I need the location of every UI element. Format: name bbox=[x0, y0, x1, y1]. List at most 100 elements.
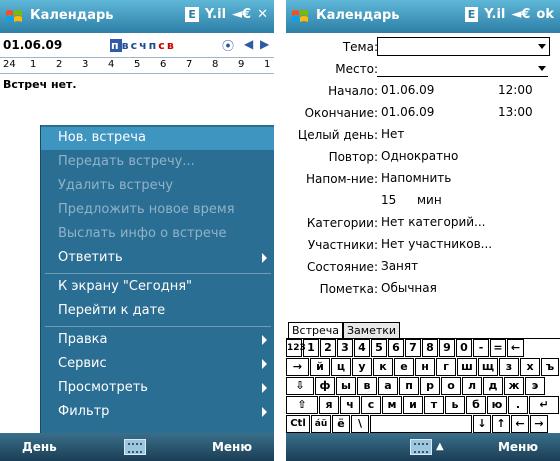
start-date[interactable]: 01.06.09 bbox=[381, 83, 434, 97]
key[interactable]: х bbox=[520, 358, 540, 376]
softkey-day[interactable]: День bbox=[22, 440, 57, 454]
prev-day-icon[interactable]: ◀ bbox=[244, 37, 253, 51]
keyboard-icon[interactable] bbox=[124, 439, 146, 455]
categories-value[interactable]: Нет категорий... bbox=[381, 215, 486, 229]
key[interactable]: áü bbox=[311, 415, 331, 433]
softkey-menu[interactable]: Меню bbox=[212, 440, 252, 454]
weekday-sun[interactable]: в bbox=[167, 39, 176, 52]
key[interactable]: ъ bbox=[541, 358, 559, 376]
key[interactable]: п bbox=[399, 377, 419, 395]
enter-key[interactable]: ↵ bbox=[529, 396, 559, 414]
today-icon[interactable]: ⦿ bbox=[222, 37, 234, 54]
weekday-mon[interactable]: п bbox=[110, 39, 122, 52]
input-selector-arrow-icon[interactable]: ▲ bbox=[436, 441, 444, 452]
key[interactable]: л bbox=[462, 377, 482, 395]
key[interactable]: ф bbox=[315, 377, 335, 395]
key[interactable]: и bbox=[403, 396, 423, 414]
space-key[interactable] bbox=[370, 415, 472, 433]
reminder-unit[interactable]: мин bbox=[417, 193, 442, 207]
key[interactable]: ю bbox=[487, 396, 507, 414]
key[interactable]: 7 bbox=[405, 339, 421, 357]
softkey-menu[interactable]: Меню bbox=[498, 440, 538, 454]
key[interactable]: э bbox=[525, 377, 545, 395]
weekday-thu[interactable]: ч bbox=[139, 39, 149, 52]
arrow-up-key[interactable]: ↑ bbox=[492, 415, 510, 433]
key[interactable]: 4 bbox=[354, 339, 370, 357]
windows-start-icon[interactable] bbox=[4, 7, 24, 27]
menu-item-go-today[interactable]: К экрану "Сегодня" bbox=[41, 276, 274, 299]
arrow-left-key[interactable]: ← bbox=[511, 415, 529, 433]
key[interactable]: ж bbox=[504, 377, 524, 395]
reminder-value[interactable]: Напомнить bbox=[381, 171, 451, 185]
key[interactable]: а bbox=[378, 377, 398, 395]
key[interactable]: 9 bbox=[439, 339, 455, 357]
key[interactable]: в bbox=[357, 377, 377, 395]
key[interactable]: к bbox=[373, 358, 393, 376]
key[interactable]: = bbox=[490, 339, 506, 357]
menu-item-go-to-date[interactable]: Перейти к дате bbox=[41, 300, 274, 323]
weekday-fri[interactable]: п bbox=[149, 39, 159, 52]
location-field[interactable] bbox=[377, 76, 548, 77]
start-time[interactable]: 12:00 bbox=[498, 83, 533, 97]
ok-button[interactable]: ok bbox=[536, 7, 554, 22]
key[interactable]: \ bbox=[351, 415, 369, 433]
menu-item-new-appointment[interactable]: Нов. встреча bbox=[41, 127, 274, 150]
dropdown-arrow-icon[interactable] bbox=[538, 66, 546, 71]
menu-item-edit[interactable]: Правка bbox=[41, 329, 274, 352]
menu-item-filter[interactable]: Фильтр bbox=[41, 401, 274, 424]
volume-icon[interactable]: ◄€ bbox=[232, 7, 251, 22]
tab-notes[interactable]: Заметки bbox=[343, 322, 401, 338]
backspace-key[interactable]: ← bbox=[507, 339, 524, 357]
attendees-value[interactable]: Нет участников... bbox=[381, 237, 492, 251]
key[interactable]: з bbox=[499, 358, 519, 376]
key[interactable]: ь bbox=[445, 396, 465, 414]
volume-icon[interactable]: ◄€ bbox=[511, 7, 530, 22]
subject-field[interactable] bbox=[377, 37, 550, 56]
key[interactable]: ш bbox=[457, 358, 477, 376]
key[interactable]: г bbox=[436, 358, 456, 376]
key[interactable]: 5 bbox=[371, 339, 387, 357]
key[interactable]: н bbox=[415, 358, 435, 376]
key[interactable]: 1 bbox=[303, 339, 319, 357]
key[interactable]: ы bbox=[336, 377, 356, 395]
tab-key[interactable]: → bbox=[286, 358, 309, 376]
weekday-wed[interactable]: с bbox=[131, 39, 140, 52]
key[interactable]: щ bbox=[478, 358, 498, 376]
key[interactable]: ц bbox=[331, 358, 351, 376]
key[interactable]: т bbox=[424, 396, 444, 414]
note-value[interactable]: Обычная bbox=[381, 281, 437, 295]
end-time[interactable]: 13:00 bbox=[498, 105, 533, 119]
status-value[interactable]: Занят bbox=[381, 259, 418, 273]
repeat-value[interactable]: Однократно bbox=[381, 149, 458, 163]
end-date[interactable]: 01.06.09 bbox=[381, 105, 434, 119]
windows-start-icon[interactable] bbox=[290, 7, 310, 27]
key[interactable]: я bbox=[319, 396, 339, 414]
key[interactable]: 2 bbox=[320, 339, 336, 357]
caps-key[interactable]: ⇩ bbox=[286, 377, 314, 395]
key[interactable]: е bbox=[394, 358, 414, 376]
menu-item-view[interactable]: Просмотреть bbox=[41, 377, 274, 400]
key[interactable]: у bbox=[352, 358, 372, 376]
key[interactable]: 6 bbox=[388, 339, 404, 357]
arrow-down-key[interactable]: ↓ bbox=[473, 415, 491, 433]
key[interactable]: - bbox=[473, 339, 489, 357]
arrow-right-key[interactable]: → bbox=[530, 415, 548, 433]
menu-item-tools[interactable]: Сервис bbox=[41, 353, 274, 376]
keyboard-icon[interactable] bbox=[410, 439, 432, 455]
key[interactable]: м bbox=[382, 396, 402, 414]
tab-appointment[interactable]: Встреча bbox=[288, 322, 343, 338]
key[interactable]: с bbox=[361, 396, 381, 414]
menu-item-reply[interactable]: Ответить bbox=[41, 247, 274, 270]
weekday-tue[interactable]: в bbox=[122, 39, 131, 52]
key[interactable]: 3 bbox=[337, 339, 353, 357]
key[interactable]: д bbox=[483, 377, 503, 395]
key-123[interactable]: 123 bbox=[286, 339, 306, 357]
key[interactable]: . bbox=[508, 396, 528, 414]
ctrl-key[interactable]: Ctl bbox=[286, 415, 310, 433]
weekday-strip[interactable]: пвсчпсв bbox=[110, 39, 176, 52]
current-date[interactable]: 01.06.09 bbox=[3, 38, 62, 52]
key[interactable]: й bbox=[310, 358, 330, 376]
key[interactable]: о bbox=[441, 377, 461, 395]
key[interactable]: 8 bbox=[422, 339, 438, 357]
allday-value[interactable]: Нет bbox=[381, 127, 404, 141]
